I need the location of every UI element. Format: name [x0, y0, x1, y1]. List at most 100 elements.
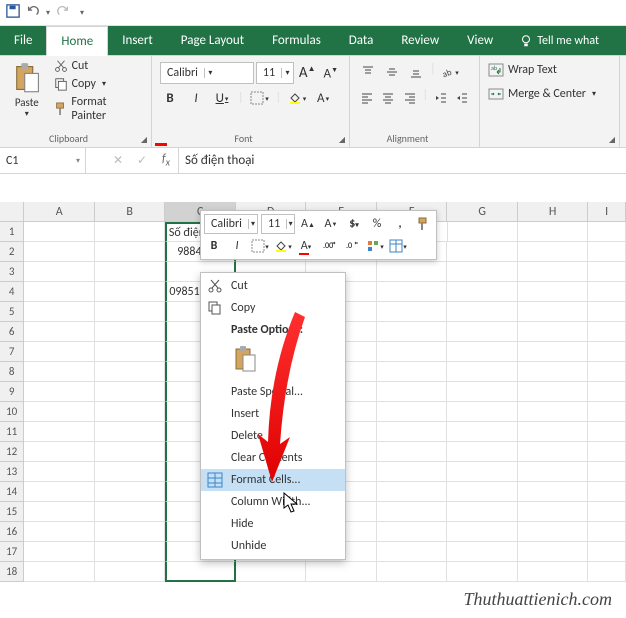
bold-button[interactable]: B [160, 88, 180, 108]
grow-font-icon[interactable]: A▲ [296, 64, 319, 82]
row-head-12[interactable]: 12 [0, 442, 24, 462]
cell[interactable] [447, 542, 517, 562]
formula-input[interactable]: Số điện thoại [179, 153, 626, 168]
mini-border-button[interactable]: ▾ [250, 236, 270, 256]
cell[interactable] [377, 402, 447, 422]
cell[interactable] [24, 422, 94, 442]
cell[interactable] [24, 562, 94, 582]
underline-button[interactable]: U▾ [212, 88, 232, 108]
cell[interactable] [95, 522, 165, 542]
cell[interactable] [447, 482, 517, 502]
cell[interactable] [518, 342, 588, 362]
cell[interactable] [588, 482, 626, 502]
cell[interactable] [24, 522, 94, 542]
mini-inc-decimal-icon[interactable]: .00 [319, 236, 339, 256]
mini-bold-button[interactable]: B [204, 236, 224, 256]
cell[interactable] [588, 462, 626, 482]
cm-column-width[interactable]: Column Width... [201, 491, 345, 513]
cell[interactable] [518, 522, 588, 542]
cell[interactable] [377, 322, 447, 342]
cell[interactable] [588, 522, 626, 542]
cm-clear-contents[interactable]: Clear Contents [201, 447, 345, 469]
cell[interactable] [518, 462, 588, 482]
row-head-4[interactable]: 4 [0, 282, 24, 302]
cell[interactable] [95, 462, 165, 482]
cell[interactable] [588, 382, 626, 402]
cell[interactable] [95, 302, 165, 322]
mini-conditional-format-icon[interactable]: ▾ [365, 236, 385, 256]
cell[interactable] [447, 522, 517, 542]
cell[interactable] [518, 282, 588, 302]
cell[interactable] [24, 222, 94, 242]
cell[interactable] [377, 562, 447, 582]
cell[interactable] [447, 282, 517, 302]
cell[interactable] [588, 362, 626, 382]
row-head-8[interactable]: 8 [0, 362, 24, 382]
row-head-2[interactable]: 2 [0, 242, 24, 262]
cm-format-cells[interactable]: Format Cells... [201, 469, 345, 491]
row-head-3[interactable]: 3 [0, 262, 24, 282]
italic-button[interactable]: I [186, 88, 206, 108]
tab-data[interactable]: Data [335, 26, 388, 55]
cell[interactable] [588, 262, 626, 282]
cell[interactable] [377, 262, 447, 282]
cell[interactable] [518, 322, 588, 342]
alignment-launcher-icon[interactable]: ◢ [609, 135, 615, 145]
cell[interactable] [24, 282, 94, 302]
cell[interactable] [377, 282, 447, 302]
align-center-icon[interactable] [380, 88, 398, 108]
align-left-icon[interactable] [358, 88, 376, 108]
row-head-5[interactable]: 5 [0, 302, 24, 322]
cell[interactable] [95, 342, 165, 362]
row-head-6[interactable]: 6 [0, 322, 24, 342]
select-all-corner[interactable] [0, 202, 24, 222]
cell[interactable] [306, 562, 376, 582]
paste-button[interactable]: Paste ▾ [6, 58, 48, 124]
cell[interactable] [95, 422, 165, 442]
cell[interactable] [24, 402, 94, 422]
cell[interactable] [518, 262, 588, 282]
accept-formula-icon[interactable]: ✓ [130, 153, 154, 168]
cell[interactable] [24, 382, 94, 402]
tab-page-layout[interactable]: Page Layout [167, 26, 258, 55]
cell[interactable] [95, 282, 165, 302]
cell[interactable] [447, 262, 517, 282]
cell[interactable] [24, 342, 94, 362]
cell[interactable] [588, 562, 626, 582]
mini-font-size-combo[interactable]: 11▾ [261, 214, 295, 234]
row-head-14[interactable]: 14 [0, 482, 24, 502]
col-head-i[interactable]: I [588, 202, 626, 222]
tab-insert[interactable]: Insert [108, 26, 167, 55]
cell[interactable] [447, 562, 517, 582]
cell[interactable] [24, 482, 94, 502]
row-head-7[interactable]: 7 [0, 342, 24, 362]
cell[interactable] [447, 502, 517, 522]
cell[interactable] [377, 302, 447, 322]
tab-home[interactable]: Home [46, 26, 108, 56]
mini-table-format-icon[interactable]: ▾ [388, 236, 408, 256]
cell[interactable] [447, 422, 517, 442]
row-head-1[interactable]: 1 [0, 222, 24, 242]
cm-delete[interactable]: Delete [201, 425, 345, 447]
cell[interactable] [377, 442, 447, 462]
row-head-16[interactable]: 16 [0, 522, 24, 542]
merge-center-button[interactable]: Merge & Center ▾ [486, 82, 613, 106]
align-top-icon[interactable] [358, 62, 378, 82]
cell[interactable] [588, 542, 626, 562]
cell[interactable] [518, 502, 588, 522]
cell[interactable] [588, 422, 626, 442]
cm-hide[interactable]: Hide [201, 513, 345, 535]
cell[interactable] [24, 502, 94, 522]
cell[interactable] [518, 402, 588, 422]
cell[interactable] [588, 442, 626, 462]
cm-cut[interactable]: Cut [201, 275, 345, 297]
cell[interactable] [95, 482, 165, 502]
cell[interactable] [24, 442, 94, 462]
cell[interactable] [24, 242, 94, 262]
cell[interactable] [518, 222, 588, 242]
decrease-indent-icon[interactable] [432, 88, 450, 108]
row-head-10[interactable]: 10 [0, 402, 24, 422]
mini-fill-button[interactable]: ▾ [273, 236, 293, 256]
row-head-11[interactable]: 11 [0, 422, 24, 442]
cell[interactable] [377, 422, 447, 442]
